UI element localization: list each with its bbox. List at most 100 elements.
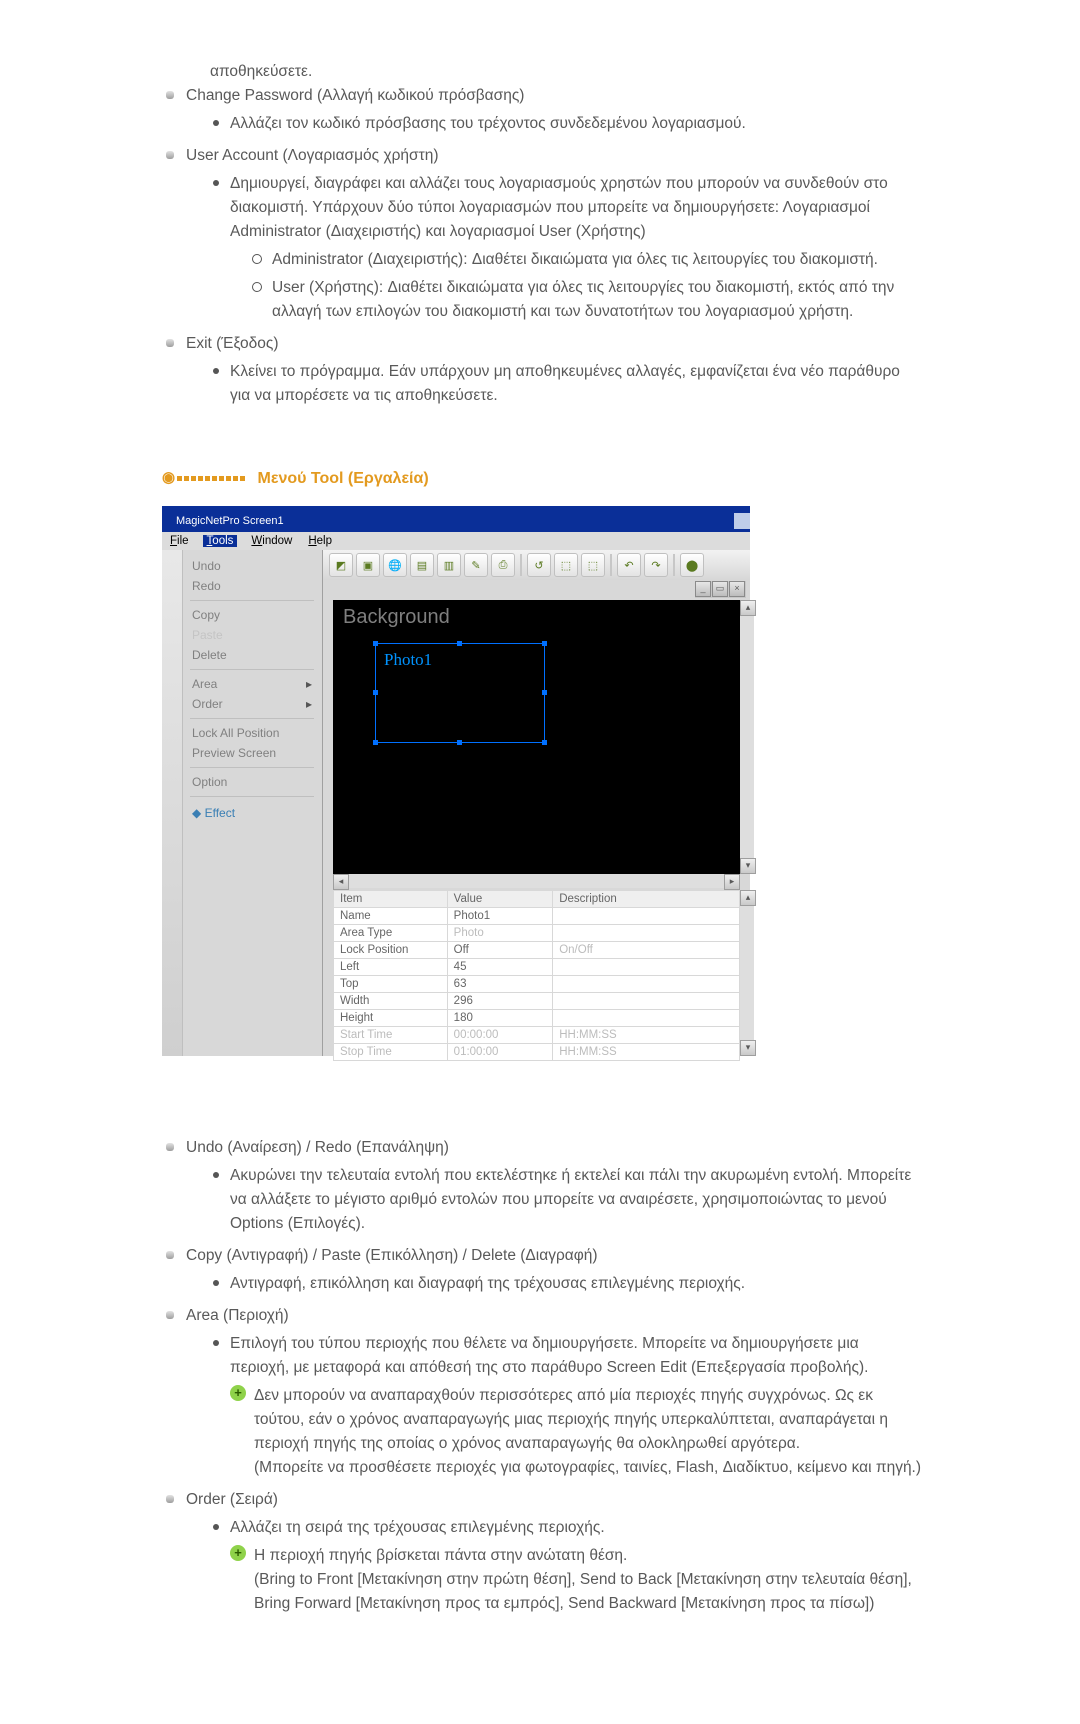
section-title: Μενού Tool (Εργαλεία) [258, 470, 429, 487]
cell[interactable]: 45 [447, 959, 553, 976]
cell[interactable]: 180 [447, 1010, 553, 1027]
top-list: Change Password (Αλλαγή κωδικού πρόσβαση… [162, 84, 922, 408]
cell[interactable]: Photo [447, 925, 553, 942]
properties-grid: Item Value Description NamePhoto1Area Ty… [333, 890, 740, 1056]
screen-canvas[interactable]: Background Photo1 [333, 600, 740, 874]
table-row: Stop Time01:00:00HH:MM:SS [334, 1044, 740, 1061]
cell: Width [334, 993, 448, 1010]
grid-v-scrollbar[interactable]: ▴▾ [740, 890, 754, 1056]
cell: HH:MM:SS [553, 1044, 740, 1061]
bullet: Κλείνει το πρόγραμμα. Εάν υπάρχουν μη απ… [210, 360, 922, 408]
photo-label: Photo1 [376, 644, 544, 670]
menu-paste: Paste [182, 625, 322, 645]
cell: Left [334, 959, 448, 976]
menu-window[interactable]: Window [249, 535, 294, 547]
minimize-icon[interactable]: _ [695, 581, 711, 597]
bullet: Δημιουργεί, διαγράφει και αλλάζει τους λ… [210, 172, 922, 324]
col-item: Item [334, 891, 448, 908]
item-title: Undo (Αναίρεση) / Redo (Επανάληψη) [186, 1139, 449, 1156]
tool-icon[interactable]: ↶ [617, 553, 641, 577]
menu-file[interactable]: File [168, 535, 191, 547]
tool-icon[interactable]: ⎙ [491, 553, 515, 577]
menu-order[interactable]: Order▸ [182, 694, 322, 714]
tool-icon[interactable]: ▤ [410, 553, 434, 577]
bullet: Ακυρώνει την τελευταία εντολή που εκτελέ… [210, 1164, 922, 1236]
menu-undo[interactable]: Undo [182, 556, 322, 576]
v-scrollbar[interactable]: ▴▾ [740, 600, 754, 874]
menu-effect-highlight[interactable]: ◆ Effect [182, 803, 322, 823]
menu-help[interactable]: Help [306, 535, 334, 547]
user-account-item: User Account (Λογαριασμός χρήστη) Δημιου… [162, 144, 922, 324]
menu-copy[interactable]: Copy [182, 605, 322, 625]
menu-area[interactable]: Area▸ [182, 674, 322, 694]
table-row: Top63 [334, 976, 740, 993]
menu-delete[interactable]: Delete [182, 645, 322, 665]
section-heading: ◉ Μενού Tool (Εργαλεία) [162, 468, 922, 488]
close-icon[interactable]: × [729, 581, 745, 597]
orphan-line: αποθηκεύσετε. [210, 60, 922, 84]
menu-preview[interactable]: Preview Screen [182, 743, 322, 763]
tool-icon[interactable]: 🌐 [383, 553, 407, 577]
h-scrollbar[interactable]: ◂▸ [333, 874, 740, 888]
order-item: Order (Σειρά) Αλλάζει τη σειρά της τρέχο… [162, 1488, 922, 1616]
bullet: Επιλογή του τύπου περιοχής που θέλετε να… [210, 1332, 922, 1480]
menu-tools[interactable]: Tools [203, 535, 238, 547]
table-row: Left45 [334, 959, 740, 976]
window-titlebar: MagicNetPro Screen1 [162, 514, 750, 532]
cell: Height [334, 1010, 448, 1027]
menubar: File Tools Window Help [162, 532, 750, 550]
area-item: Area (Περιοχή) Επιλογή του τύπου περιοχή… [162, 1304, 922, 1480]
cell[interactable]: 63 [447, 976, 553, 993]
menu-lock-all[interactable]: Lock All Position [182, 723, 322, 743]
cell: Name [334, 908, 448, 925]
cell: Top [334, 976, 448, 993]
tool-icon[interactable]: ⬤ [680, 553, 704, 577]
menu-redo[interactable]: Redo [182, 576, 322, 596]
circle: User (Χρήστης): Διαθέτει δικαιώματα για … [250, 276, 922, 324]
tool-icon[interactable]: ◩ [329, 553, 353, 577]
cell [553, 993, 740, 1010]
close-icon[interactable] [734, 513, 750, 529]
table-row: Area TypePhoto [334, 925, 740, 942]
tool-icon[interactable]: ✎ [464, 553, 488, 577]
main-area: ◩ ▣ 🌐 ▤ ▥ ✎ ⎙ ↺ ⬚ ⬚ ↶ ↷ [323, 550, 750, 1056]
bullet: Αλλάζει τη σειρά της τρέχουσας επιλεγμέν… [210, 1516, 922, 1616]
cell [553, 1010, 740, 1027]
col-value: Value [447, 891, 553, 908]
table-row: NamePhoto1 [334, 908, 740, 925]
window-title: MagicNetPro Screen1 [176, 515, 284, 527]
cell: HH:MM:SS [553, 1027, 740, 1044]
cell [553, 959, 740, 976]
cell[interactable]: Off [447, 942, 553, 959]
cell[interactable]: 00:00:00 [447, 1027, 553, 1044]
tool-icon[interactable]: ▣ [356, 553, 380, 577]
tool-icon[interactable]: ⬚ [581, 553, 605, 577]
bullet: Αντιγραφή, επικόλληση και διαγραφή της τ… [210, 1272, 922, 1296]
cell[interactable]: 01:00:00 [447, 1044, 553, 1061]
item-title: Copy (Αντιγραφή) / Paste (Επικόλληση) / … [186, 1247, 598, 1264]
plus-note: Η περιοχή πηγής βρίσκεται πάντα στην ανώ… [230, 1544, 922, 1616]
cell: Lock Position [334, 942, 448, 959]
item-title: User Account (Λογαριασμός χρήστη) [186, 147, 439, 164]
tool-icon[interactable]: ↷ [644, 553, 668, 577]
tool-icon[interactable]: ▥ [437, 553, 461, 577]
circle: Administrator (Διαχειριστής): Διαθέτει δ… [250, 248, 922, 272]
cell: Area Type [334, 925, 448, 942]
background-label: Background [333, 600, 740, 629]
cell[interactable]: Photo1 [447, 908, 553, 925]
cell: Stop Time [334, 1044, 448, 1061]
restore-icon[interactable]: ▭ [712, 581, 728, 597]
plus-note: Δεν μπορούν να αναπαραχθούν περισσότερες… [230, 1384, 922, 1480]
cell [553, 908, 740, 925]
tools-dropdown: Undo Redo Copy Paste Delete Area▸ Order▸… [162, 550, 323, 1056]
tool-icon[interactable]: ↺ [527, 553, 551, 577]
tool-icon[interactable]: ⬚ [554, 553, 578, 577]
item-title: Order (Σειρά) [186, 1491, 278, 1508]
photo-area[interactable]: Photo1 [375, 643, 545, 743]
exit-item: Exit (Έξοδος) Κλείνει το πρόγραμμα. Εάν … [162, 332, 922, 408]
screenshot-replica: MagicNetPro Screen1 File Tools Window He… [162, 506, 750, 1056]
menu-option[interactable]: Option [182, 772, 322, 792]
cell: Start Time [334, 1027, 448, 1044]
cell[interactable]: 296 [447, 993, 553, 1010]
item-title: Change Password (Αλλαγή κωδικού πρόσβαση… [186, 87, 524, 104]
